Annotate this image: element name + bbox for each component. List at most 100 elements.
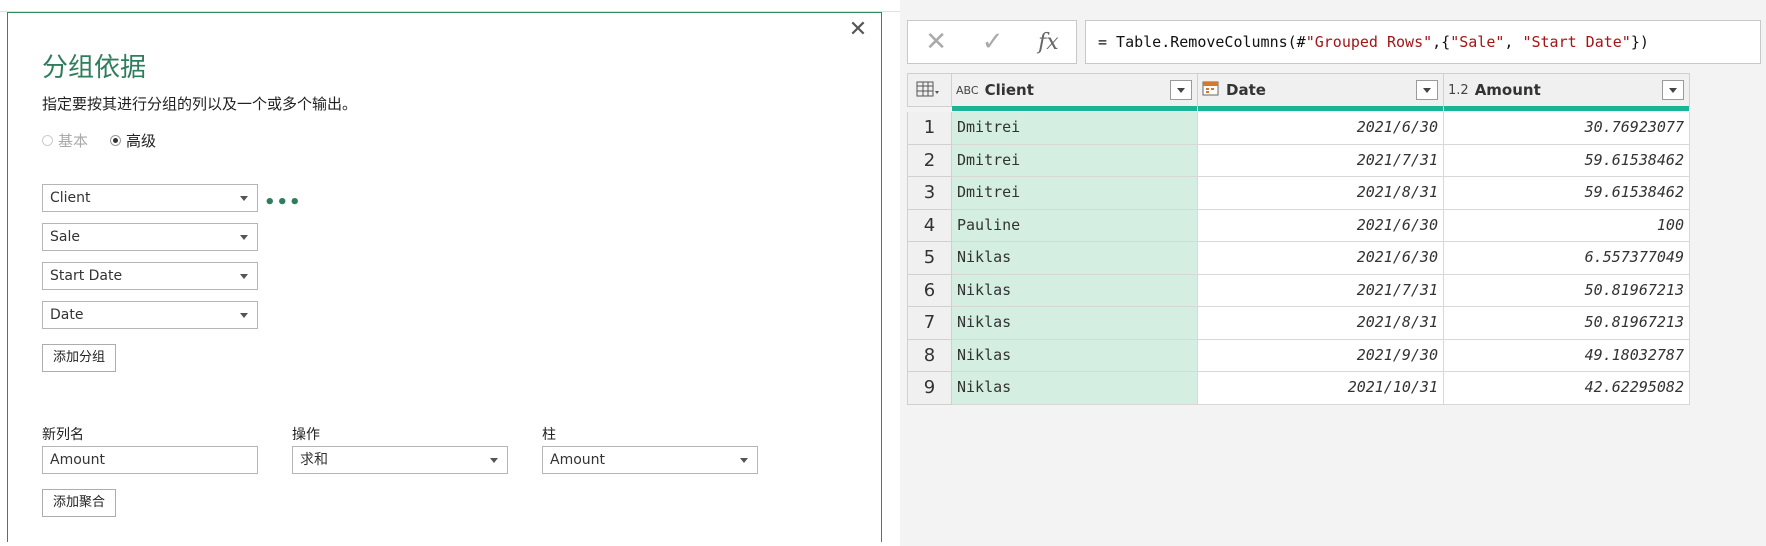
column-name: Date — [1226, 81, 1266, 99]
table-row[interactable]: 9 Niklas 2021/10/31 42.62295082 — [907, 372, 1690, 405]
new-column-input[interactable]: Amount — [42, 446, 258, 474]
table-row[interactable]: 1 Dmitrei 2021/6/30 30.76923077 — [907, 112, 1690, 145]
row-number: 3 — [907, 177, 952, 210]
formula-prefix: = Table.RemoveColumns(# — [1098, 33, 1306, 51]
formula-sep: , — [1504, 33, 1523, 51]
formula-string: "Sale" — [1450, 33, 1505, 51]
calendar-icon — [1202, 80, 1220, 100]
close-icon[interactable]: ✕ — [846, 19, 870, 43]
cell-date[interactable]: 2021/7/31 — [1198, 144, 1444, 177]
decimal-type-icon: 1.2 — [1448, 82, 1469, 98]
cell-client[interactable]: Niklas — [952, 339, 1198, 372]
radio-basic-label: 基本 — [58, 132, 89, 150]
table-row[interactable]: 5 Niklas 2021/6/30 6.557377049 — [907, 242, 1690, 275]
cell-date[interactable]: 2021/6/30 — [1198, 112, 1444, 145]
cell-amount[interactable]: 100 — [1444, 209, 1690, 242]
cell-amount[interactable]: 6.557377049 — [1444, 242, 1690, 275]
chevron-down-icon — [490, 458, 498, 463]
column-quality-bar — [1444, 106, 1689, 111]
formula-controls: ✕ ✓ fx — [907, 20, 1077, 64]
column-label: 柱 — [542, 427, 556, 443]
row-number: 5 — [907, 242, 952, 275]
cell-client[interactable]: Dmitrei — [952, 144, 1198, 177]
cell-client[interactable]: Dmitrei — [952, 112, 1198, 145]
group-field-value: Date — [50, 307, 84, 323]
column-header-client[interactable]: ABC Client — [952, 73, 1198, 111]
cell-date[interactable]: 2021/10/31 — [1198, 372, 1444, 405]
operation-label: 操作 — [292, 427, 320, 443]
table-row[interactable]: 8 Niklas 2021/9/30 49.18032787 — [907, 339, 1690, 372]
cell-amount[interactable]: 50.81967213 — [1444, 274, 1690, 307]
cell-client[interactable]: Niklas — [952, 274, 1198, 307]
formula-string: "Grouped Rows" — [1305, 33, 1433, 51]
check-icon[interactable]: ✓ — [982, 27, 1004, 57]
formula-string: "Start Date" — [1522, 33, 1631, 51]
row-number: 7 — [907, 307, 952, 340]
group-field-select-2[interactable]: Sale — [42, 223, 258, 251]
table-row[interactable]: 2 Dmitrei 2021/7/31 59.61538462 — [907, 144, 1690, 177]
cell-amount[interactable]: 59.61538462 — [1444, 177, 1690, 210]
table-row[interactable]: 6 Niklas 2021/7/31 50.81967213 — [907, 274, 1690, 307]
group-field-value: Client — [50, 190, 91, 206]
cell-client[interactable]: Niklas — [952, 307, 1198, 340]
formula-mid: ,{ — [1432, 33, 1451, 51]
group-field-value: Sale — [50, 229, 80, 245]
row-number: 2 — [907, 144, 952, 177]
fx-icon[interactable]: fx — [1038, 30, 1059, 55]
column-value: Amount — [550, 452, 606, 468]
cell-amount[interactable]: 30.76923077 — [1444, 112, 1690, 145]
more-options-icon[interactable]: ••• — [264, 192, 302, 213]
column-quality-bar — [1198, 106, 1443, 111]
column-quality-bar — [952, 106, 1197, 111]
cell-client[interactable]: Niklas — [952, 242, 1198, 275]
cell-client[interactable]: Niklas — [952, 372, 1198, 405]
table-row[interactable]: 3 Dmitrei 2021/8/31 59.61538462 — [907, 177, 1690, 210]
sheet-grid — [0, 0, 900, 12]
radio-basic-circle — [42, 135, 53, 146]
add-aggregation-button[interactable]: 添加聚合 — [42, 489, 117, 517]
radio-basic[interactable]: 基本 — [42, 130, 88, 151]
table-row[interactable]: 7 Niklas 2021/8/31 50.81967213 — [907, 307, 1690, 340]
cell-amount[interactable]: 59.61538462 — [1444, 144, 1690, 177]
formula-bar: ✕ ✓ fx = Table.RemoveColumns(#"Grouped R… — [907, 20, 1761, 64]
column-filter-dropdown[interactable] — [1662, 80, 1684, 100]
chevron-down-icon — [240, 196, 248, 201]
table-menu-icon[interactable] — [907, 73, 952, 107]
formula-input[interactable]: = Table.RemoveColumns(#"Grouped Rows",{"… — [1085, 20, 1761, 64]
column-name: Amount — [1474, 81, 1541, 99]
column-filter-dropdown[interactable] — [1170, 80, 1192, 100]
chevron-down-icon — [240, 274, 248, 279]
dialog-title: 分组依据 — [42, 53, 147, 83]
row-number: 1 — [907, 112, 952, 145]
cell-date[interactable]: 2021/6/30 — [1198, 209, 1444, 242]
row-number: 9 — [907, 372, 952, 405]
cell-client[interactable]: Dmitrei — [952, 177, 1198, 210]
cell-amount[interactable]: 50.81967213 — [1444, 307, 1690, 340]
cell-amount[interactable]: 49.18032787 — [1444, 339, 1690, 372]
new-column-label: 新列名 — [42, 427, 84, 443]
add-group-button[interactable]: 添加分组 — [42, 344, 117, 372]
table-row[interactable]: 4 Pauline 2021/6/30 100 — [907, 209, 1690, 242]
chevron-down-icon — [740, 458, 748, 463]
column-select[interactable]: Amount — [542, 446, 758, 474]
cell-date[interactable]: 2021/9/30 — [1198, 339, 1444, 372]
group-field-select-4[interactable]: Date — [42, 301, 258, 329]
cell-amount[interactable]: 42.62295082 — [1444, 372, 1690, 405]
operation-select[interactable]: 求和 — [292, 446, 508, 474]
cell-date[interactable]: 2021/6/30 — [1198, 242, 1444, 275]
cell-date[interactable]: 2021/7/31 — [1198, 274, 1444, 307]
column-header-amount[interactable]: 1.2 Amount — [1444, 73, 1690, 111]
cell-client[interactable]: Pauline — [952, 209, 1198, 242]
column-filter-dropdown[interactable] — [1416, 80, 1438, 100]
group-field-select-3[interactable]: Start Date — [42, 262, 258, 290]
formula-suffix: }) — [1630, 33, 1649, 51]
cell-date[interactable]: 2021/8/31 — [1198, 177, 1444, 210]
cancel-icon[interactable]: ✕ — [925, 27, 947, 57]
group-field-value: Start Date — [50, 268, 123, 284]
cell-date[interactable]: 2021/8/31 — [1198, 307, 1444, 340]
radio-advanced[interactable]: 高级 — [110, 130, 156, 151]
group-field-select-1[interactable]: Client — [42, 184, 258, 212]
row-number: 8 — [907, 339, 952, 372]
row-number: 6 — [907, 274, 952, 307]
column-header-date[interactable]: Date — [1198, 73, 1444, 111]
